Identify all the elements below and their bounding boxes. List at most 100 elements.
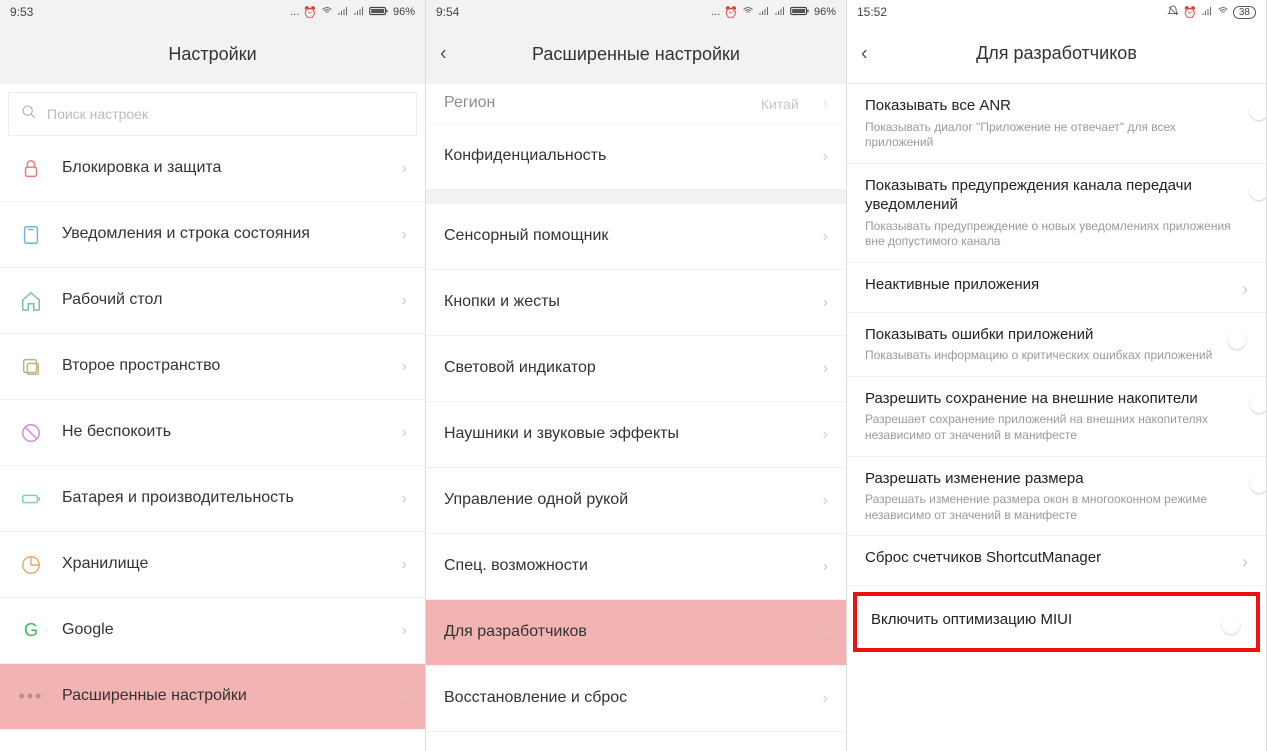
battery-icon [369, 5, 389, 20]
row-notifications[interactable]: Уведомления и строка состояния › [0, 202, 425, 268]
row-led[interactable]: Световой индикатор › [426, 336, 846, 402]
row-label: Google [62, 620, 384, 641]
signal-icon-2 [353, 5, 365, 20]
search-input[interactable] [47, 106, 404, 122]
chevron-right-icon: › [823, 360, 828, 378]
row-desktop[interactable]: Рабочий стол › [0, 268, 425, 334]
row-text: Разрешить сохранение на внешние накопите… [865, 389, 1238, 444]
row-sensor-assistant[interactable]: Сенсорный помощник › [426, 204, 846, 270]
row-backup-reset[interactable]: Восстановление и сброс › [426, 666, 846, 732]
settings-list: Блокировка и защита › Уведомления и стро… [0, 136, 425, 751]
status-time: 9:53 [10, 5, 33, 19]
developer-list: Показывать все ANR Показывать диалог "Пр… [847, 84, 1266, 751]
row-title: Сброс счетчиков ShortcutManager [865, 548, 1232, 568]
chevron-right-icon: › [823, 624, 828, 642]
row-google[interactable]: G Google › [0, 598, 425, 664]
row-miui-opt[interactable]: Включить оптимизацию MIUI [857, 596, 1256, 648]
row-storage[interactable]: Хранилище › [0, 532, 425, 598]
chevron-right-icon: › [1242, 279, 1248, 299]
page-title: Настройки [168, 44, 256, 65]
chevron-right-icon: › [823, 148, 828, 166]
row-label: Расширенные настройки [62, 686, 384, 707]
row-label: Батарея и производительность [62, 488, 384, 509]
row-second-space[interactable]: Второе пространство › [0, 334, 425, 400]
row-inactive-apps[interactable]: Неактивные приложения › [847, 263, 1266, 313]
home-icon [18, 288, 44, 314]
status-right: ... ⏰ 96% [711, 5, 836, 20]
row-dnd[interactable]: Не беспокоить › [0, 400, 425, 466]
screen-settings: 9:53 ... ⏰ 96% Настройки Бл [0, 0, 426, 751]
header: ‹ Расширенные настройки [426, 24, 846, 84]
notif-icon [18, 222, 44, 248]
more-icon: ... [290, 6, 299, 18]
row-region[interactable]: Регион Китай › [426, 84, 846, 124]
chevron-right-icon: › [823, 95, 828, 113]
row-text: Показывать ошибки приложений Показывать … [865, 325, 1238, 364]
chevron-right-icon: › [402, 622, 407, 640]
chevron-right-icon: › [1242, 552, 1248, 572]
row-privacy[interactable]: Конфиденциальность › [426, 124, 846, 190]
row-label: Регион [444, 93, 743, 114]
chevron-right-icon: › [823, 228, 828, 246]
g-icon: G [18, 618, 44, 644]
alarm-icon: ⏰ [724, 6, 738, 19]
row-external-storage[interactable]: Разрешить сохранение на внешние накопите… [847, 377, 1266, 457]
row-value: Китай [761, 96, 799, 112]
row-resize[interactable]: Разрешать изменение размера Разрешать из… [847, 457, 1266, 537]
advanced-list: Регион Китай › Конфиденциальность › Сенс… [426, 84, 846, 751]
wifi-icon [1217, 5, 1229, 20]
row-lock-protect[interactable]: Блокировка и защита › [0, 136, 425, 202]
row-title: Неактивные приложения [865, 275, 1232, 295]
row-title: Показывать все ANR [865, 96, 1238, 116]
screen-advanced: 9:54 ... ⏰ 96% ‹ Расширенные настройки Р… [426, 0, 847, 751]
chevron-right-icon: › [402, 424, 407, 442]
row-battery-perf[interactable]: Батарея и производительность › [0, 466, 425, 532]
row-channel-warnings[interactable]: Показывать предупреждения канала передач… [847, 164, 1266, 263]
chevron-right-icon: › [823, 492, 828, 510]
signal-icon [1201, 5, 1213, 20]
row-show-app-errors[interactable]: Показывать ошибки приложений Показывать … [847, 313, 1266, 377]
row-subtitle: Показывать диалог "Приложение не отвечае… [865, 120, 1238, 151]
lock-icon [18, 156, 44, 182]
signal-icon-2 [774, 5, 786, 20]
row-control: › [1242, 548, 1248, 573]
screen-developers: 15:52 ⏰ 38 ‹ Для разработчиков Показыват… [847, 0, 1267, 751]
row-buttons-gestures[interactable]: Кнопки и жесты › [426, 270, 846, 336]
chevron-right-icon: › [402, 358, 407, 376]
status-time: 15:52 [857, 5, 887, 19]
back-button[interactable]: ‹ [440, 43, 447, 66]
row-accessibility[interactable]: Спец. возможности › [426, 534, 846, 600]
status-right: ... ⏰ 96% [290, 5, 415, 20]
wifi-icon [321, 5, 333, 20]
row-label: Спец. возможности [444, 556, 805, 577]
row-onehanded[interactable]: Управление одной рукой › [426, 468, 846, 534]
row-headphones[interactable]: Наушники и звуковые эффекты › [426, 402, 846, 468]
row-developers[interactable]: Для разработчиков › [426, 600, 846, 666]
row-show-anr[interactable]: Показывать все ANR Показывать диалог "Пр… [847, 84, 1266, 164]
row-subtitle: Разрешает сохранение приложений на внешн… [865, 412, 1238, 443]
row-text: Сброс счетчиков ShortcutManager [865, 548, 1232, 572]
row-label: Управление одной рукой [444, 490, 805, 511]
signal-icon [758, 5, 770, 20]
back-button[interactable]: ‹ [861, 42, 868, 65]
row-title: Разрешить сохранение на внешние накопите… [865, 389, 1238, 409]
page-title: Расширенные настройки [532, 44, 740, 65]
chevron-right-icon: › [402, 688, 407, 706]
row-title: Показывать ошибки приложений [865, 325, 1238, 345]
row-label: Блокировка и защита [62, 158, 384, 179]
search-bar[interactable] [8, 92, 417, 136]
search-icon [21, 104, 37, 125]
status-bar: 9:53 ... ⏰ 96% [0, 0, 425, 24]
section-gap [426, 190, 846, 204]
alarm-icon: ⏰ [1183, 6, 1197, 19]
chevron-right-icon: › [823, 558, 828, 576]
chevron-right-icon: › [402, 226, 407, 244]
chevron-right-icon: › [823, 294, 828, 312]
row-label: Наушники и звуковые эффекты [444, 424, 805, 445]
row-shortcut-reset[interactable]: Сброс счетчиков ShortcutManager › [847, 536, 1266, 586]
circle-slash-icon [18, 420, 44, 446]
dnd-icon [1167, 5, 1179, 20]
row-label: Сенсорный помощник [444, 226, 805, 247]
chevron-right-icon: › [402, 160, 407, 178]
row-advanced[interactable]: ••• Расширенные настройки › [0, 664, 425, 730]
